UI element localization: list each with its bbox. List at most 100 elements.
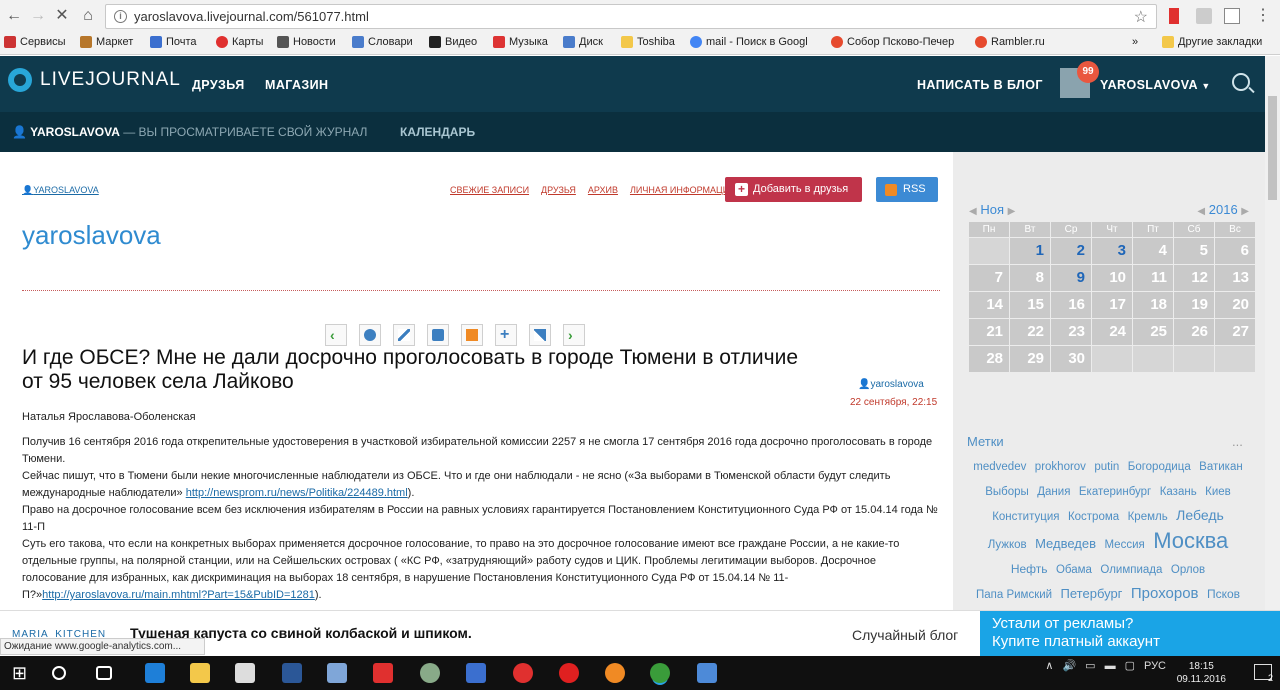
- tag-link[interactable]: Обама: [1056, 564, 1092, 576]
- journal-title[interactable]: yaroslavova: [22, 220, 161, 251]
- tag-link[interactable]: Ватикан: [1199, 461, 1243, 473]
- back-icon[interactable]: ←: [3, 5, 25, 27]
- notification-badge[interactable]: 99: [1077, 61, 1099, 83]
- extension-bookmark-icon[interactable]: [1169, 8, 1179, 24]
- bookmark-button[interactable]: [461, 324, 483, 346]
- calendar-day[interactable]: 3: [1092, 238, 1132, 264]
- tag-link[interactable]: Конституция: [992, 511, 1059, 523]
- calendar-day[interactable]: 9: [1051, 265, 1091, 291]
- opera-icon[interactable]: [559, 663, 579, 683]
- tag-link[interactable]: Кострома: [1068, 511, 1119, 523]
- paid-account-ad[interactable]: Устали от рекламы? Купите платный аккаун…: [980, 611, 1280, 657]
- tag-link[interactable]: putin: [1094, 461, 1119, 473]
- bookmark-disk[interactable]: Диск: [563, 34, 603, 50]
- post-date[interactable]: 22 сентября, 22:15: [850, 397, 937, 408]
- tag-link[interactable]: Лебедь: [1176, 507, 1224, 523]
- menu-icon[interactable]: ⋮: [1252, 5, 1274, 27]
- calendar-link[interactable]: КАЛЕНДАРЬ: [400, 125, 475, 139]
- app-icon[interactable]: [327, 663, 347, 683]
- yandex-icon[interactable]: [373, 663, 393, 683]
- edit-button[interactable]: [393, 324, 415, 346]
- app-icon[interactable]: [605, 663, 625, 683]
- arrow-left-icon[interactable]: ◀: [1197, 206, 1205, 217]
- arrow-right-icon[interactable]: ▶: [1241, 206, 1249, 217]
- next-entry-button[interactable]: ›: [563, 324, 585, 346]
- network-icon[interactable]: ▭: [1085, 659, 1095, 672]
- extension-k-icon[interactable]: [1224, 8, 1240, 24]
- bookmark-sobor[interactable]: Собор Псково-Печер: [831, 34, 954, 50]
- mail-icon[interactable]: [466, 663, 486, 683]
- yaroslavova-link[interactable]: http://yaroslavova.ru/main.mhtml?Part=15…: [42, 589, 315, 601]
- tag-link[interactable]: Орлов: [1171, 564, 1205, 576]
- add-friend-button[interactable]: Добавить в друзья: [725, 177, 862, 202]
- chevron-up-icon[interactable]: ∧: [1045, 659, 1053, 672]
- calendar-day[interactable]: 1: [1010, 238, 1050, 264]
- bookmark-market[interactable]: Маркет: [80, 34, 133, 50]
- bookmark-music[interactable]: Музыка: [493, 34, 548, 50]
- bookmark-mail[interactable]: Почта: [150, 34, 197, 50]
- display-icon[interactable]: ▢: [1125, 659, 1135, 672]
- tag-link[interactable]: Мессия: [1104, 539, 1144, 551]
- memories-button[interactable]: [359, 324, 381, 346]
- other-bookmarks[interactable]: Другие закладки: [1162, 34, 1262, 50]
- tag-link[interactable]: Москва: [1153, 528, 1228, 553]
- tag-link[interactable]: Петербург: [1061, 586, 1123, 601]
- tag-link[interactable]: Кремль: [1128, 511, 1168, 523]
- tag-link[interactable]: Выборы: [985, 486, 1029, 498]
- nav-friends[interactable]: ДРУЗЬЯ: [192, 78, 245, 92]
- page-scrollbar[interactable]: [1265, 56, 1280, 610]
- store-icon[interactable]: [235, 663, 255, 683]
- scrollbar-thumb[interactable]: [1268, 96, 1277, 200]
- file-explorer-icon[interactable]: [190, 663, 210, 683]
- link-profile[interactable]: ЛИЧНАЯ ИНФОРМАЦИЯ: [630, 185, 736, 195]
- tag-link[interactable]: Олимпиада: [1100, 564, 1162, 576]
- tag-link[interactable]: Дания: [1037, 486, 1070, 498]
- tags-more[interactable]: ...: [1232, 434, 1243, 449]
- language-indicator[interactable]: РУС: [1144, 660, 1166, 672]
- post-author[interactable]: 👤yaroslavova: [858, 379, 924, 390]
- task-view-icon[interactable]: [96, 666, 112, 680]
- url-text[interactable]: yaroslavova.livejournal.com/561077.html: [134, 9, 369, 24]
- word-icon[interactable]: [282, 663, 302, 683]
- flag-button[interactable]: [529, 324, 551, 346]
- clock[interactable]: 18:15 09.11.2016: [1177, 660, 1226, 686]
- windows-start-icon[interactable]: ⊞: [12, 663, 32, 683]
- subnav-user[interactable]: 👤 YAROSLAVOVA — ВЫ ПРОСМАТРИВАЕТЕ СВОЙ Ж…: [12, 125, 367, 139]
- nav-shop[interactable]: МАГАЗИН: [265, 78, 328, 92]
- link-archive[interactable]: АРХИВ: [588, 185, 618, 195]
- search-icon[interactable]: [52, 666, 66, 680]
- bookmarks-more[interactable]: »: [1132, 34, 1138, 50]
- tag-link[interactable]: Псков: [1207, 587, 1240, 601]
- bookmark-news[interactable]: Новости: [277, 34, 336, 50]
- home-icon[interactable]: ⌂: [77, 5, 99, 27]
- volume-icon[interactable]: 🔊: [1062, 659, 1076, 672]
- arrow-right-icon[interactable]: ▶: [1008, 206, 1016, 217]
- bookmark-services[interactable]: Сервисы: [4, 34, 66, 50]
- bookmark-star-icon[interactable]: ☆: [1134, 7, 1148, 27]
- info-icon[interactable]: i: [114, 10, 127, 23]
- yandex-browser-icon[interactable]: [513, 663, 533, 683]
- tags-button[interactable]: [427, 324, 449, 346]
- edge-icon[interactable]: [145, 663, 165, 683]
- write-post-button[interactable]: НАПИСАТЬ В БЛОГ: [917, 78, 1043, 92]
- link-recent[interactable]: СВЕЖИЕ ЗАПИСИ: [450, 185, 529, 195]
- bookmark-toshiba[interactable]: Toshiba: [621, 34, 675, 50]
- bookmark-video[interactable]: Видео: [429, 34, 477, 50]
- calendar-year-nav[interactable]: ◀ 2016 ▶: [1197, 202, 1249, 222]
- bookmark-dictionaries[interactable]: Словари: [352, 34, 413, 50]
- link-friends[interactable]: ДРУЗЬЯ: [541, 185, 576, 195]
- tag-link[interactable]: Медведев: [1035, 536, 1096, 551]
- notifications-icon[interactable]: 2: [1254, 664, 1273, 683]
- calendar-month-nav[interactable]: ◀ Ноя ▶: [969, 202, 1015, 222]
- arrow-left-icon[interactable]: ◀: [969, 206, 977, 217]
- rss-button[interactable]: RSS: [876, 177, 938, 202]
- bookmark-google-mail[interactable]: mail - Поиск в Googl: [690, 34, 808, 50]
- app-icon[interactable]: [420, 663, 440, 683]
- tag-link[interactable]: Екатеринбург: [1079, 486, 1151, 498]
- address-bar[interactable]: i yaroslavova.livejournal.com/561077.htm…: [105, 4, 1157, 29]
- forward-icon[interactable]: →: [27, 5, 49, 27]
- newsprom-link[interactable]: http://newsprom.ru/news/Politika/224489.…: [186, 487, 408, 499]
- app-icon[interactable]: [697, 663, 717, 683]
- calendar-day[interactable]: 2: [1051, 238, 1091, 264]
- tag-link[interactable]: Казань: [1160, 486, 1197, 498]
